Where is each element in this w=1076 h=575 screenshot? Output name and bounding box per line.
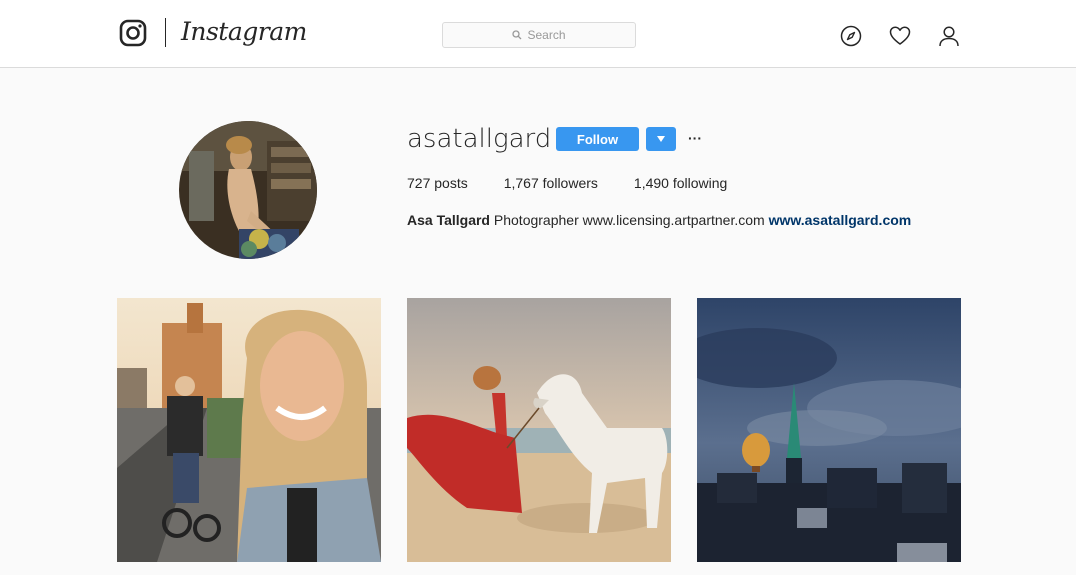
more-options-button[interactable]: ··· [688, 126, 702, 150]
post-thumbnail[interactable] [697, 298, 961, 562]
following-stat[interactable]: 1,490 following [634, 175, 727, 191]
full-name: Asa Tallgard [407, 212, 490, 228]
top-nav: Instagram Search [0, 0, 1076, 68]
instagram-wordmark[interactable]: Instagram [181, 17, 307, 46]
posts-stat: 727 posts [407, 175, 468, 191]
caret-down-icon [657, 136, 665, 142]
following-label: following [672, 175, 728, 191]
search-icon [512, 30, 522, 40]
instagram-camera-icon[interactable] [119, 19, 147, 47]
posts-label: posts [434, 175, 468, 191]
posts-count: 727 [407, 175, 431, 191]
heart-icon[interactable] [889, 25, 911, 47]
post-photo-horse-beach [407, 298, 671, 562]
profile-username: asatallgard [407, 124, 552, 154]
post-photo-city-balloon [697, 298, 961, 562]
compass-icon[interactable] [840, 25, 862, 47]
following-count: 1,490 [633, 175, 669, 191]
post-thumbnail[interactable] [407, 298, 671, 562]
profile-avatar[interactable] [179, 121, 317, 259]
follow-button[interactable]: Follow [556, 127, 639, 151]
search-placeholder: Search [527, 28, 566, 42]
bio-text: Photographer www.licensing.artpartner.co… [493, 212, 765, 228]
suggested-dropdown-button[interactable] [646, 127, 676, 151]
followers-stat[interactable]: 1,767 followers [504, 175, 598, 191]
avatar-photo [179, 121, 317, 259]
search-input[interactable]: Search [442, 22, 636, 48]
profile-bio: Asa Tallgard Photographer www.licensing.… [407, 212, 911, 228]
post-photo-selfie-bicycle [117, 298, 381, 562]
logo-divider [165, 18, 166, 47]
followers-label: followers [542, 175, 598, 191]
website-link[interactable]: www.asatallgard.com [769, 212, 912, 228]
profile-stats: 727 posts 1,767 followers 1,490 followin… [407, 175, 763, 191]
post-thumbnail[interactable] [117, 298, 381, 562]
person-icon[interactable] [938, 25, 960, 47]
followers-count: 1,767 [503, 175, 539, 191]
